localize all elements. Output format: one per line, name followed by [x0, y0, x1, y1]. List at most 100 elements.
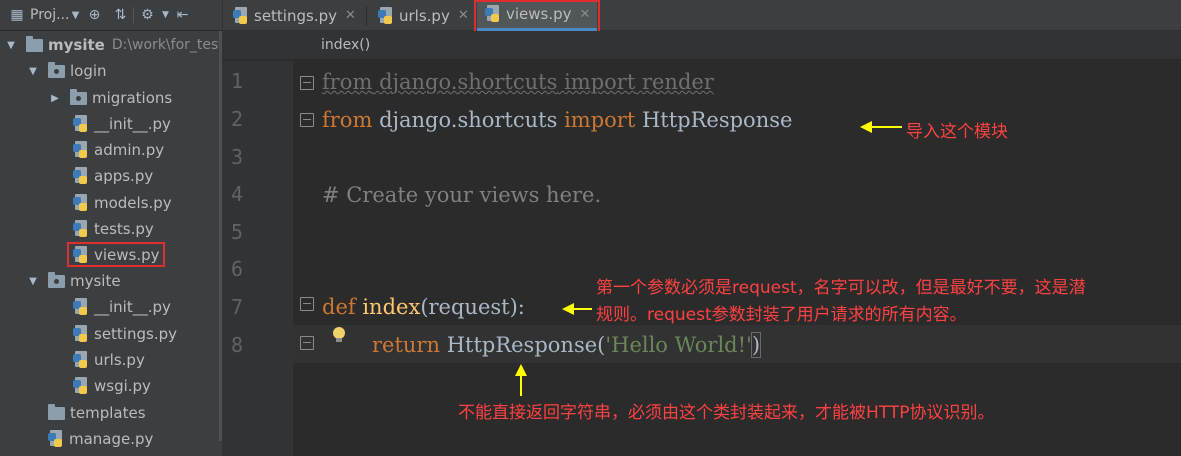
- dropdown-icon[interactable]: ▼: [160, 10, 170, 20]
- project-sidebar: ▦ Proj... ▼ ⊕ ⇅ ⚙ ▼ ⇤ ▼ mysite D:\work\f…: [0, 0, 223, 456]
- settings-icon[interactable]: ⚙: [134, 7, 160, 23]
- arrow-icon: [562, 303, 592, 315]
- tree-item-label: templates: [70, 404, 146, 422]
- locate-icon[interactable]: ⊕: [81, 7, 107, 23]
- line-number: 8: [230, 333, 243, 357]
- fold-marker-icon[interactable]: [300, 76, 314, 90]
- tree-item-label: apps.py: [94, 167, 154, 185]
- python-file-icon: [233, 6, 249, 25]
- project-view-label[interactable]: Proj...: [30, 7, 69, 23]
- project-view-icon[interactable]: ▦: [6, 7, 28, 23]
- tree-item-label: __init__.py: [94, 298, 171, 316]
- tree-item-admin-py[interactable]: admin.py: [73, 137, 164, 163]
- line-number: 1: [230, 69, 243, 93]
- code-token: HttpResponse(: [446, 333, 606, 357]
- annotation-request-note-line-1: 第一个参数必须是request，名字可以改，但是最好不要，这是潜: [596, 278, 1086, 298]
- hide-icon[interactable]: ⇤: [170, 7, 194, 23]
- collapse-icon[interactable]: ⇅: [107, 7, 133, 23]
- tree-item-label: models.py: [94, 194, 172, 212]
- python-file-icon: [73, 377, 89, 395]
- tree-item-init-py[interactable]: __init__.py: [73, 111, 171, 137]
- tree-item-label: tests.py: [94, 220, 154, 238]
- line-number: 4: [230, 182, 243, 206]
- tree-item-label: wsgi.py: [94, 377, 151, 395]
- tree-item-label: settings.py: [94, 325, 177, 343]
- python-file-icon: [73, 325, 89, 343]
- tree-item-label: migrations: [92, 89, 173, 107]
- code-line-8[interactable]: return HttpResponse('Hello World!'): [372, 326, 762, 364]
- python-file-icon: [73, 194, 89, 212]
- expand-arrow-icon[interactable]: ▼: [4, 40, 18, 51]
- line-number: 3: [230, 145, 243, 169]
- tree-root-mysite[interactable]: ▼ mysite D:\work\for_test: [4, 32, 223, 58]
- line-number: 7: [230, 295, 243, 319]
- collapsed-arrow-icon[interactable]: ▶: [48, 93, 62, 104]
- code-line-1[interactable]: from django.shortcuts import render: [322, 63, 714, 101]
- tree-item-label: admin.py: [94, 141, 165, 159]
- python-file-icon: [73, 351, 89, 369]
- fold-marker-icon[interactable]: [300, 336, 314, 350]
- package-folder-icon: [48, 271, 65, 288]
- tree-item-init-py[interactable]: __init__.py: [73, 294, 171, 320]
- package-folder-icon: [48, 61, 65, 78]
- code-keyword: def: [322, 295, 356, 319]
- code-line-4[interactable]: # Create your views here.: [322, 176, 601, 214]
- tree-item-manage-py[interactable]: manage.py: [48, 426, 153, 452]
- tab-divider: [366, 6, 367, 26]
- python-file-icon: [73, 298, 89, 316]
- folder-icon: [26, 35, 43, 52]
- line-number: 5: [230, 220, 243, 244]
- python-file-icon: [378, 6, 394, 25]
- breadcrumb-function[interactable]: index(): [321, 37, 370, 53]
- code-token: render: [641, 70, 714, 94]
- tab-label: settings.py: [254, 6, 337, 25]
- arrow-icon: [515, 364, 527, 396]
- tab-urls-py[interactable]: urls.py ✕: [370, 0, 474, 31]
- code-keyword: import: [564, 108, 636, 132]
- fold-marker-icon[interactable]: [300, 113, 314, 127]
- tree-item-urls-py[interactable]: urls.py: [73, 347, 145, 373]
- fold-marker-icon[interactable]: [300, 297, 314, 311]
- tree-item-wsgi-py[interactable]: wsgi.py: [73, 373, 151, 399]
- tree-root-path: D:\work\for_test: [111, 37, 223, 53]
- annotation-response-note: 不能直接返回字符串，必须由这个类封装起来，才能被HTTP协议识别。: [458, 403, 995, 423]
- sidebar-scrollbar[interactable]: [219, 31, 222, 441]
- tree-item-mysite[interactable]: ▼ mysite: [26, 268, 121, 294]
- code-token: django.shortcuts: [379, 108, 558, 132]
- tree-item-apps-py[interactable]: apps.py: [73, 163, 153, 189]
- close-icon[interactable]: ✕: [345, 8, 356, 23]
- dropdown-icon[interactable]: ▼: [69, 10, 81, 21]
- tree-item-tests-py[interactable]: tests.py: [73, 216, 154, 242]
- breadcrumb[interactable]: index(): [223, 31, 1181, 60]
- arrow-icon: [860, 121, 902, 133]
- code-line-7[interactable]: def index (request):: [322, 288, 525, 326]
- tab-settings-py[interactable]: settings.py ✕: [225, 0, 365, 31]
- expand-arrow-icon[interactable]: ▼: [26, 66, 40, 77]
- code-token: HttpResponse: [641, 108, 793, 132]
- tree-item-label: login: [70, 62, 107, 80]
- tree-item-migrations[interactable]: ▶ migrations: [48, 85, 172, 111]
- code-token: from: [322, 70, 373, 94]
- expand-arrow-icon[interactable]: ▼: [26, 276, 40, 287]
- tree-item-settings-py[interactable]: settings.py: [73, 321, 177, 347]
- code-line-2[interactable]: from django.shortcuts import HttpRespons…: [322, 101, 792, 139]
- code-token: django.shortcuts: [379, 70, 558, 94]
- tree-root-label: mysite: [48, 36, 105, 54]
- tree-item-label: urls.py: [94, 351, 145, 369]
- lightbulb-icon[interactable]: [333, 327, 345, 343]
- tree-item-models-py[interactable]: models.py: [73, 190, 172, 216]
- tree-item-login[interactable]: ▼ login: [26, 58, 107, 84]
- folder-icon: [48, 403, 65, 420]
- close-icon[interactable]: ✕: [458, 8, 469, 23]
- annotation-request-note-line-2: 规则。request参数封装了用户请求的所有内容。: [596, 305, 967, 325]
- tree-item-templates[interactable]: templates: [48, 400, 146, 426]
- tree-item-label: manage.py: [69, 430, 154, 448]
- python-file-icon: [73, 115, 89, 133]
- python-file-icon: [73, 220, 89, 238]
- tab-label: urls.py: [399, 6, 450, 25]
- code-token: import: [564, 70, 636, 94]
- python-file-icon: [73, 141, 89, 159]
- code-string: 'Hello World!': [605, 333, 752, 357]
- python-file-icon: [48, 430, 64, 448]
- code-function-name: index: [362, 295, 421, 319]
